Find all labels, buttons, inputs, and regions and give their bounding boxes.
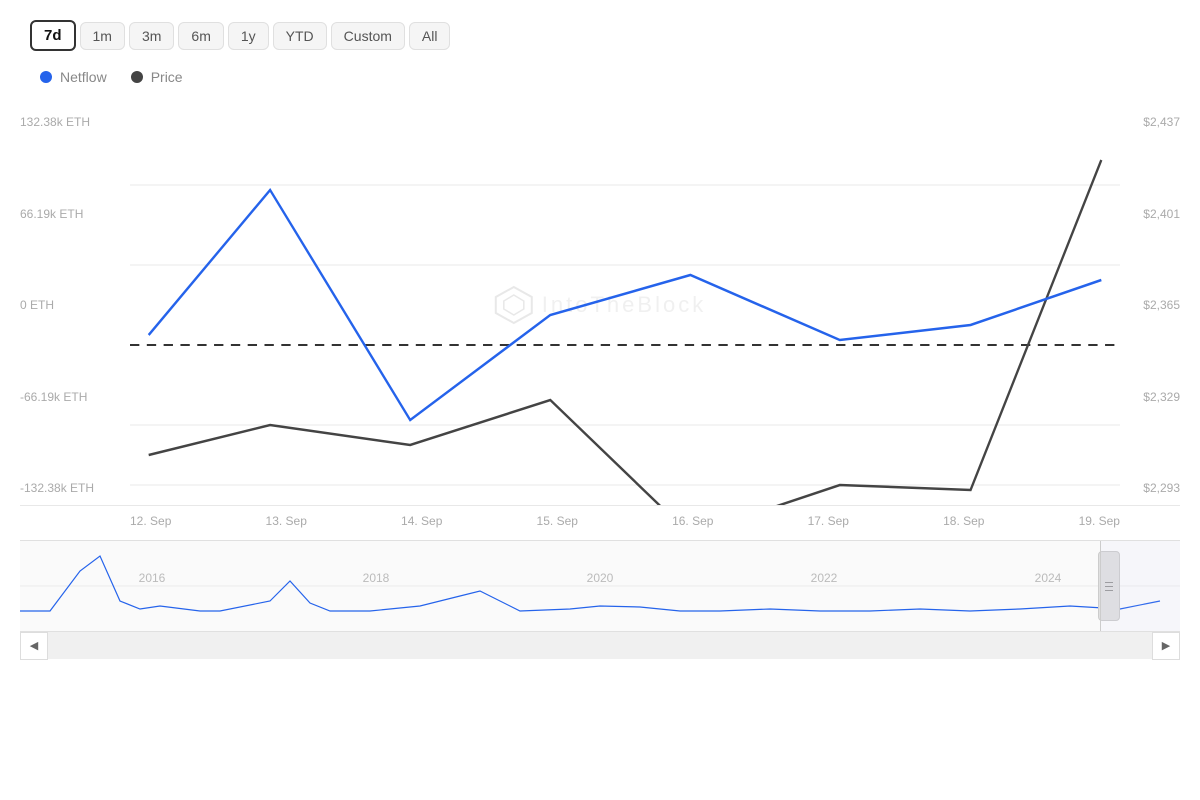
- y-right-label-1: $2,401: [1120, 207, 1180, 221]
- y-axis-left: 132.38k ETH 66.19k ETH 0 ETH -66.19k ETH…: [20, 105, 130, 505]
- x-label-5: 17. Sep: [808, 514, 849, 528]
- price-line: [149, 160, 1102, 505]
- netflow-dot: [40, 71, 52, 83]
- time-btn-3m[interactable]: 3m: [129, 22, 174, 50]
- x-label-0: 12. Sep: [130, 514, 171, 528]
- time-btn-all[interactable]: All: [409, 22, 451, 50]
- y-left-label-3: -66.19k ETH: [20, 390, 130, 404]
- nav-selected-region: [1100, 541, 1180, 631]
- time-btn-ytd[interactable]: YTD: [273, 22, 327, 50]
- main-chart-svg: [130, 105, 1120, 505]
- y-left-label-1: 66.19k ETH: [20, 207, 130, 221]
- netflow-line: [149, 190, 1102, 420]
- price-dot: [131, 71, 143, 83]
- x-label-1: 13. Sep: [266, 514, 307, 528]
- scroll-bar: ◀ ▶: [20, 631, 1180, 659]
- chart-area: 132.38k ETH 66.19k ETH 0 ETH -66.19k ETH…: [20, 105, 1180, 505]
- price-label: Price: [151, 69, 183, 85]
- time-btn-7d[interactable]: 7d: [30, 20, 76, 51]
- x-label-2: 14. Sep: [401, 514, 442, 528]
- nav-chart-svg: [20, 541, 1180, 631]
- legend-item-netflow: Netflow: [40, 69, 107, 85]
- x-axis-labels: 12. Sep 13. Sep 14. Sep 15. Sep 16. Sep …: [20, 505, 1180, 536]
- y-left-label-0: 132.38k ETH: [20, 115, 130, 129]
- x-label-6: 18. Sep: [943, 514, 984, 528]
- time-range-bar: 7d1m3m6m1yYTDCustomAll: [20, 20, 1180, 51]
- netflow-label: Netflow: [60, 69, 107, 85]
- scroll-left-button[interactable]: ◀: [20, 632, 48, 660]
- y-right-label-4: $2,293: [1120, 481, 1180, 495]
- x-label-4: 16. Sep: [672, 514, 713, 528]
- x-label-7: 19. Sep: [1079, 514, 1120, 528]
- legend: Netflow Price: [20, 69, 1180, 85]
- navigator-area: 2016 2018 2020 2022 2024: [20, 541, 1180, 631]
- y-right-label-0: $2,437: [1120, 115, 1180, 129]
- nav-netflow-line: [20, 556, 1160, 611]
- time-btn-1y[interactable]: 1y: [228, 22, 269, 50]
- y-axis-right: $2,437 $2,401 $2,365 $2,329 $2,293: [1120, 105, 1180, 505]
- legend-item-price: Price: [131, 69, 183, 85]
- time-btn-1m[interactable]: 1m: [80, 22, 125, 50]
- time-btn-6m[interactable]: 6m: [178, 22, 223, 50]
- time-btn-custom[interactable]: Custom: [331, 22, 405, 50]
- scroll-track[interactable]: [48, 632, 1152, 659]
- y-right-label-2: $2,365: [1120, 298, 1180, 312]
- y-left-label-2: 0 ETH: [20, 298, 130, 312]
- x-label-3: 15. Sep: [537, 514, 578, 528]
- scroll-right-button[interactable]: ▶: [1152, 632, 1180, 660]
- navigator-wrapper: 2016 2018 2020 2022 2024: [20, 540, 1180, 659]
- y-left-label-4: -132.38k ETH: [20, 481, 130, 495]
- y-right-label-3: $2,329: [1120, 390, 1180, 404]
- chart-wrapper: 132.38k ETH 66.19k ETH 0 ETH -66.19k ETH…: [20, 105, 1180, 536]
